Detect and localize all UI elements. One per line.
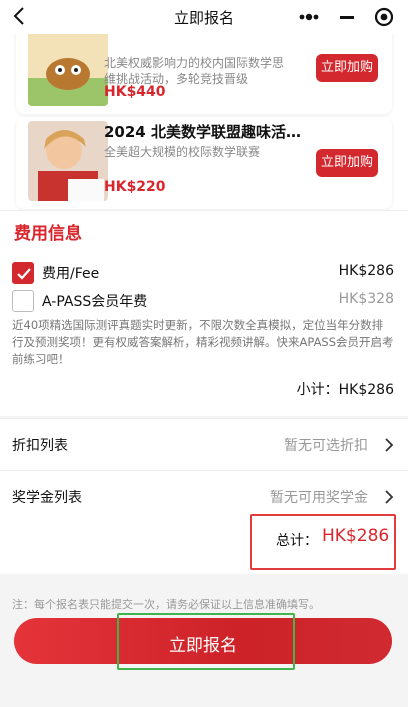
section-title: 费用信息: [14, 224, 82, 244]
add-to-cart-button[interactable]: 立即加购: [316, 54, 378, 82]
total-value: HK$286: [322, 526, 390, 546]
fee-price: HK$328: [338, 291, 394, 307]
fee-option[interactable]: A-PASS会员年费 HK$328: [12, 289, 394, 313]
product-list: 北美权威影响力的校内国际数学思 维挑战活动，多轮竞技晋级 HK$440 立即加购…: [0, 34, 408, 210]
fee-option[interactable]: 费用/Fee HK$286: [12, 261, 394, 285]
product-card: 北美权威影响力的校内国际数学思 维挑战活动，多轮竞技晋级 HK$440 立即加购: [16, 34, 392, 114]
submission-notice: 注：每个报名表只能提交一次，请务必保证以上信息准确填写。: [12, 598, 320, 611]
discount-value: 暂无可选折扣: [284, 438, 368, 454]
total-row: 总计： HK$286: [0, 514, 408, 574]
product-thumbnail: [28, 121, 108, 201]
product-price: HK$220: [104, 179, 166, 195]
check-icon: [17, 268, 31, 280]
minimize-icon[interactable]: [329, 4, 365, 30]
more-icon[interactable]: [292, 4, 328, 30]
membership-description: 近40项精选国际测评真题实时更新，不限次数全真模拟，定位当年分数排行及预测奖项！…: [12, 318, 394, 366]
close-icon[interactable]: [366, 4, 402, 30]
total-label: 总计：: [276, 533, 318, 549]
product-description: 全美超大规模的校际数学联赛: [104, 145, 261, 159]
capsule-menu: [292, 4, 402, 30]
scholarship-label: 奖学金列表: [12, 490, 82, 506]
checkbox[interactable]: [12, 290, 34, 312]
product-title: 2024 北美数学联盟趣味活…: [104, 123, 301, 141]
discount-label: 折扣列表: [12, 438, 68, 454]
add-to-cart-button[interactable]: 立即加购: [316, 149, 378, 177]
checkbox[interactable]: [12, 262, 34, 284]
product-card: 2024 北美数学联盟趣味活… 全美超大规模的校际数学联赛 HK$220 立即加…: [16, 117, 392, 209]
submit-highlight-box: [117, 613, 295, 670]
nav-bar: 立即报名: [0, 0, 408, 34]
product-description: 北美权威影响力的校内国际数学思: [104, 56, 285, 70]
scholarship-value: 暂无可用奖学金: [270, 490, 368, 506]
product-thumbnail: [28, 34, 108, 106]
chevron-right-icon: [385, 438, 394, 452]
fee-price: HK$286: [338, 263, 394, 279]
product-price: HK$440: [104, 84, 166, 100]
chevron-right-icon: [385, 490, 394, 504]
discount-list-row[interactable]: 折扣列表 暂无可选折扣: [0, 418, 408, 470]
fee-section: 费用信息 费用/Fee HK$286 A-PASS会员年费 HK$328 近40…: [0, 210, 408, 416]
fee-label: 费用/Fee: [42, 266, 100, 282]
fee-label: A-PASS会员年费: [42, 294, 148, 310]
subtotal: 小计：HK$286: [296, 382, 394, 398]
